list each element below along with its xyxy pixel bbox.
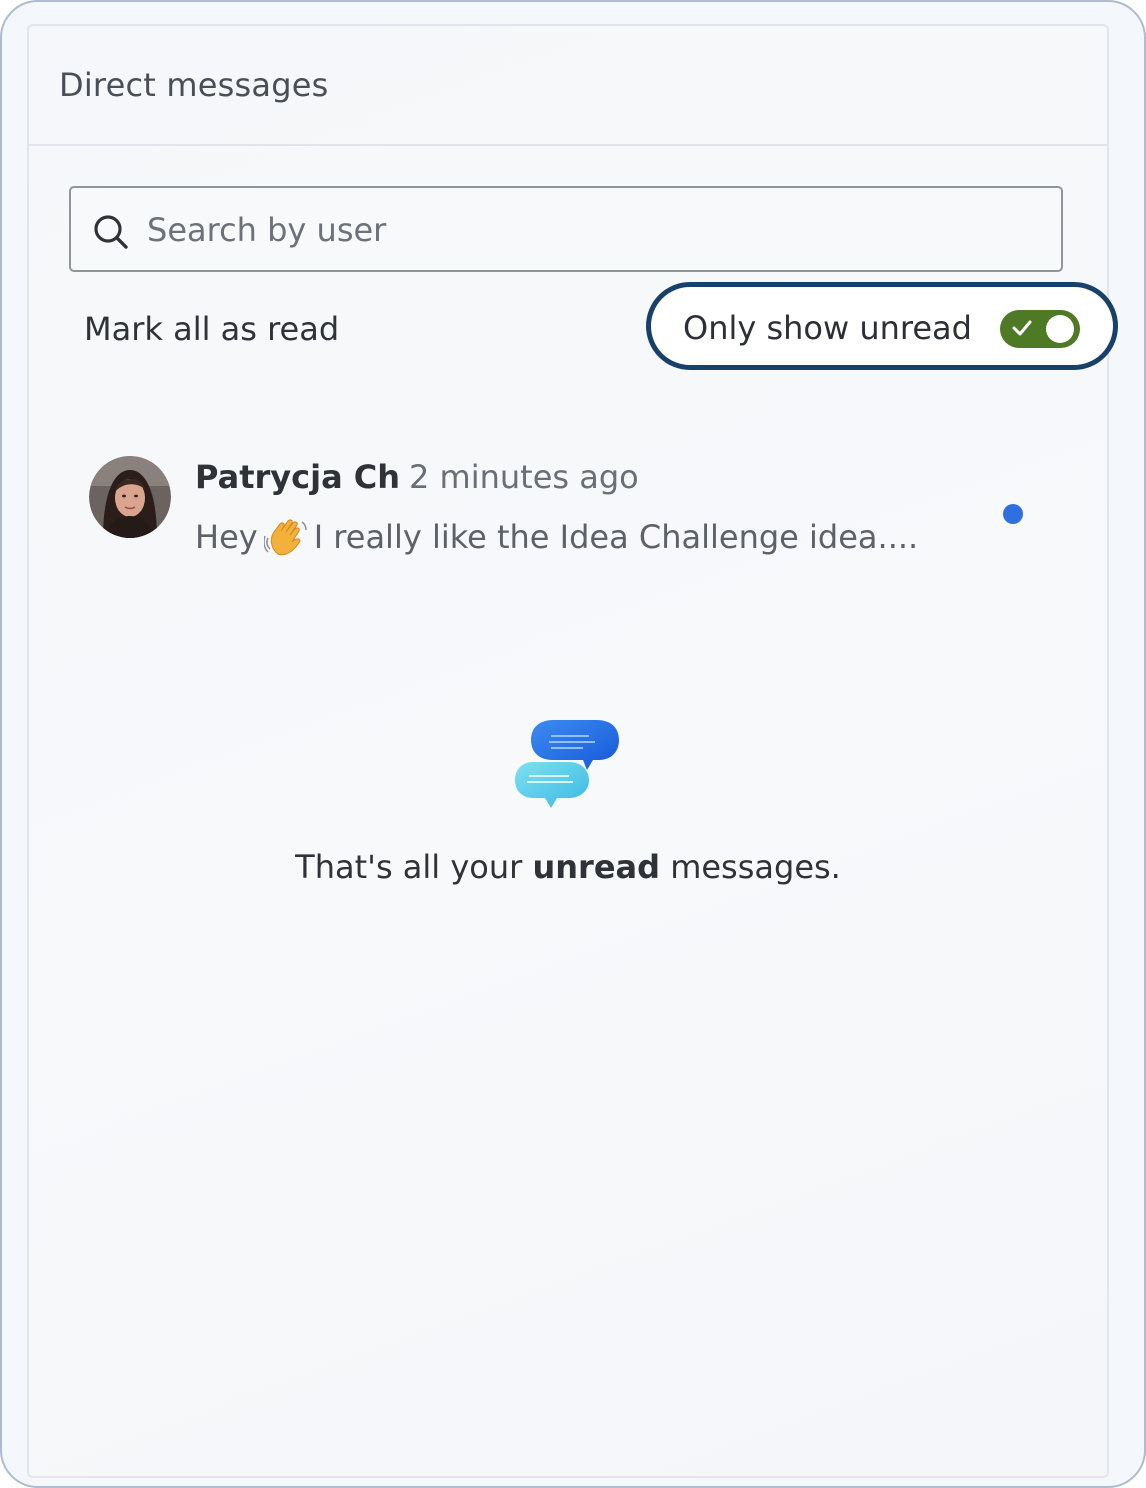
only-show-unread-label: Only show unread — [683, 309, 972, 347]
toggle-switch[interactable] — [1000, 310, 1080, 348]
message-list-item[interactable]: Patrycja Ch 2 minutes ago Hey I really l… — [69, 446, 1063, 566]
avatar — [89, 456, 171, 538]
message-sender: Patrycja Ch — [195, 458, 401, 496]
app-frame: Direct messages Mark all as read Only sh… — [0, 0, 1146, 1488]
search-box[interactable] — [69, 186, 1063, 272]
message-preview-text: I really like the Idea Challenge idea...… — [313, 518, 919, 556]
toggle-knob — [1046, 315, 1074, 343]
panel-header: Direct messages — [29, 26, 1107, 146]
message-preview: Hey I really like the Idea Challenge ide… — [195, 516, 918, 556]
only-show-unread-toggle[interactable]: Only show unread — [646, 282, 1118, 370]
chat-bubbles-icon — [515, 720, 619, 808]
mark-all-read-button[interactable]: Mark all as read — [84, 310, 339, 348]
empty-state-text-start: That's all your — [295, 848, 523, 886]
search-input[interactable] — [145, 202, 1029, 258]
checkmark-icon — [1012, 320, 1032, 336]
direct-messages-panel: Direct messages Mark all as read Only sh… — [27, 24, 1118, 1478]
search-icon — [94, 215, 128, 249]
message-timestamp: 2 minutes ago — [409, 458, 639, 496]
waving-hand-icon — [263, 519, 307, 556]
empty-state-emphasis: unread — [532, 848, 661, 886]
empty-state-message: That's all your unread messages. — [29, 848, 1107, 886]
unread-indicator — [1003, 504, 1023, 524]
panel-title: Direct messages — [59, 66, 329, 104]
message-preview-start: Hey — [195, 518, 258, 556]
empty-state-text-end: messages. — [670, 848, 841, 886]
